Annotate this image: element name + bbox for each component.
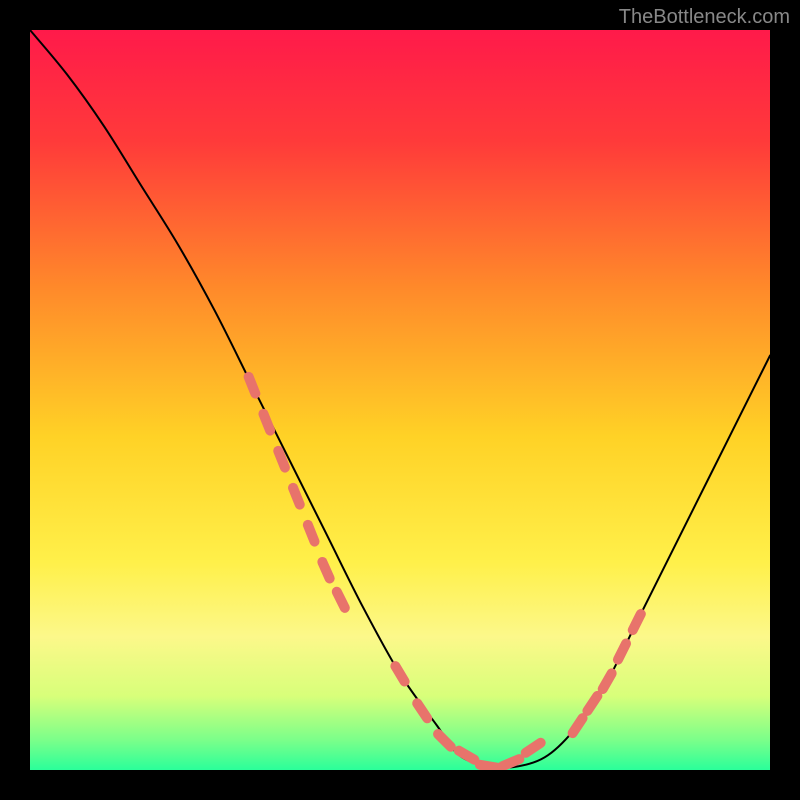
marker-dash: [322, 562, 329, 578]
marker-dash: [263, 414, 270, 431]
marker-dash: [633, 614, 641, 630]
marker-dash: [573, 718, 583, 733]
marker-dash: [503, 759, 520, 766]
marker-dash: [459, 751, 475, 760]
plot-area: [30, 30, 770, 770]
marker-dash: [417, 703, 427, 718]
marker-dash: [603, 673, 612, 689]
marker-dash: [278, 451, 285, 468]
marker-dash: [395, 666, 404, 681]
marker-dash: [587, 696, 597, 711]
marker-dash: [526, 743, 541, 753]
marker-dash: [293, 488, 300, 505]
marker-dash: [308, 525, 315, 542]
marker-dash: [438, 734, 451, 747]
watermark-text: TheBottleneck.com: [619, 6, 790, 29]
marker-dash: [480, 765, 498, 768]
bottleneck-curve: [30, 30, 770, 770]
marker-dash: [618, 644, 626, 660]
marker-dash: [249, 377, 256, 394]
marker-dash: [337, 592, 345, 608]
